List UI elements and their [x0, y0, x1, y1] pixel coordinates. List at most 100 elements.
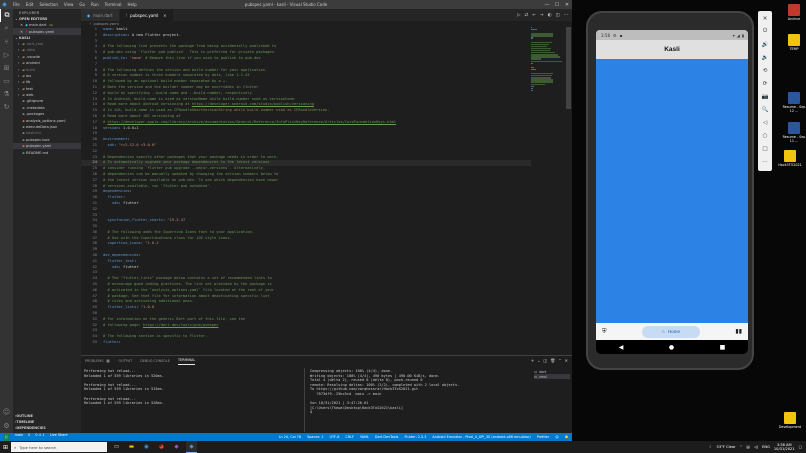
terminal-left[interactable]: Performing hot reload... Reloaded 1 of 55…: [84, 369, 302, 406]
status-right-item[interactable]: CRLF: [345, 435, 354, 439]
tree-item[interactable]: ▪ README.md: [13, 149, 81, 155]
tab-main-dart[interactable]: ◆ main.dart: [81, 9, 120, 21]
status-right-item[interactable]: YAML: [360, 435, 369, 439]
chrome-icon[interactable]: ◕: [156, 441, 167, 453]
menu-item[interactable]: Go: [79, 2, 85, 7]
home-icon[interactable]: ○: [763, 130, 768, 141]
desktop-icon-resume-2[interactable]: Resume - Sep 11 ...: [782, 122, 806, 143]
split-terminal-icon[interactable]: ◫: [543, 358, 547, 363]
minimize-icon[interactable]: —: [542, 0, 552, 9]
menu-item[interactable]: Run: [91, 2, 99, 7]
emulator-screen[interactable]: 3:58 ⚙ ▪ ▾ ◢ ▮ Kasli ⛨ ⌂ Home ▮▮ ◀ ● ■: [596, 30, 748, 354]
source-control-icon[interactable]: ⑂: [0, 35, 13, 48]
scrollbar-thumb[interactable]: [566, 27, 571, 109]
app-body[interactable]: [596, 59, 748, 323]
close-panel-icon[interactable]: ✕: [565, 358, 568, 363]
rotate-right-icon[interactable]: ⟳: [763, 78, 768, 89]
volume-down-icon[interactable]: 🔉: [762, 52, 769, 63]
new-terminal-icon[interactable]: +: [531, 358, 534, 363]
file-explorer-icon[interactable]: ▬: [126, 441, 137, 453]
back-icon[interactable]: ◁: [763, 117, 767, 128]
status-left-item[interactable]: 0 ⚠ 1: [35, 433, 45, 441]
more-icon[interactable]: ⋯: [762, 156, 768, 167]
desktop-icon-temp[interactable]: TEMP: [782, 34, 806, 51]
emulator-close-icon[interactable]: ✕: [763, 13, 768, 24]
maximize-panel-icon[interactable]: ⌃: [558, 358, 561, 363]
panel-tab-output[interactable]: OUTPUT: [118, 356, 132, 365]
terminal-divider[interactable]: [304, 368, 305, 432]
feedback-icon[interactable]: ☺: [555, 435, 559, 439]
nav-home-button[interactable]: ⌂ Home: [642, 325, 700, 338]
menu-item[interactable]: Terminal: [105, 2, 122, 7]
home-circle-icon[interactable]: ●: [669, 344, 674, 351]
terminal-right[interactable]: Compressing objects: 100% (4/4), done. Wr…: [310, 369, 530, 415]
zoom-icon[interactable]: 🔍: [762, 104, 769, 115]
status-right-item[interactable]: Flutter: 2.5.3: [404, 435, 426, 439]
compare-icon[interactable]: ⇄: [525, 13, 529, 18]
minimap[interactable]: [531, 27, 564, 97]
weather-icon[interactable]: ☾: [709, 445, 712, 449]
terminal-list-item[interactable]: ▭ cmd: [534, 374, 570, 379]
explorer-icon[interactable]: ⧉: [0, 9, 13, 22]
close-tab-icon[interactable]: ✕: [163, 13, 166, 18]
search-icon[interactable]: ⌕: [0, 22, 13, 35]
status-left-item[interactable]: Live Share: [50, 433, 68, 441]
extensions-icon[interactable]: ⊞: [0, 61, 13, 74]
rotate-left-icon[interactable]: ⟲: [763, 65, 768, 76]
notifications-bell-icon[interactable]: 🔔: [565, 435, 569, 439]
menu-item[interactable]: View: [64, 2, 74, 7]
menu-item[interactable]: File: [13, 2, 20, 7]
status-right-item[interactable]: Ln 24, Col 78: [279, 435, 301, 439]
windows-start-icon[interactable]: ⊞: [0, 441, 11, 453]
vscode-taskbar-icon[interactable]: ◆: [186, 441, 197, 453]
testing-icon[interactable]: ⚗: [0, 87, 13, 100]
back-triangle-icon[interactable]: ◀: [619, 344, 624, 351]
run-icon[interactable]: ▷: [517, 13, 520, 18]
status-right-item[interactable]: Android Emulator - Pixel_4_API_30 (andro…: [432, 435, 530, 439]
split-editor-icon[interactable]: ◫: [555, 13, 559, 18]
status-right-item[interactable]: UTF-8: [329, 435, 339, 439]
visual-studio-icon[interactable]: ◆: [171, 441, 182, 453]
menu-item[interactable]: Selection: [39, 2, 57, 7]
camera-icon[interactable]: 📷: [762, 91, 769, 102]
go-back-icon[interactable]: ←: [532, 13, 536, 18]
panel-tab-debug-console[interactable]: DEBUG CONSOLE: [140, 356, 170, 365]
shield-icon[interactable]: ⛨: [602, 328, 607, 336]
status-right-item[interactable]: Prettier: [537, 435, 549, 439]
power-icon[interactable]: ⏻: [763, 26, 767, 37]
settings-gear-icon[interactable]: ⚙: [0, 419, 13, 432]
menu-item[interactable]: Edit: [26, 2, 34, 7]
desktop-icon-resume-1[interactable]: Resume - Sep 12 ...: [782, 92, 806, 113]
edge-icon[interactable]: ◉: [141, 441, 152, 453]
status-right-item[interactable]: Dart DevTools: [375, 435, 399, 439]
status-right-item[interactable]: Spaces: 2: [307, 435, 323, 439]
close-icon[interactable]: ✕: [562, 0, 572, 9]
kill-terminal-icon[interactable]: 🗑: [550, 358, 555, 363]
volume-up-icon[interactable]: 🔊: [762, 39, 769, 50]
desktop-icon-hack3to2021[interactable]: Hack3TO2021: [778, 150, 802, 167]
weather-text[interactable]: 53°F Clear: [717, 445, 736, 449]
bar-chart-icon[interactable]: ▮▮: [735, 328, 742, 335]
remote-explorer-icon[interactable]: ▭: [0, 74, 13, 87]
maximize-icon[interactable]: ☐: [552, 0, 562, 9]
terminal-dropdown-icon[interactable]: ⌄: [537, 358, 540, 363]
language-indicator[interactable]: ENG: [762, 445, 770, 449]
panel-tab-problems[interactable]: PROBLEMS 1: [85, 356, 111, 365]
tray-chevron-icon[interactable]: ⌃: [740, 445, 743, 449]
remote-indicator-icon[interactable]: ⟩⟨: [3, 433, 10, 441]
go-forward-icon[interactable]: →: [540, 13, 544, 18]
status-left-item[interactable]: main: [15, 433, 23, 441]
taskbar-search[interactable]: ⌕ Type here to search: [11, 442, 107, 452]
code-editor[interactable]: 1 name: kasli 2 description: A new Flutter …: [81, 27, 531, 353]
live-share-icon[interactable]: ↻: [0, 100, 13, 113]
overview-icon[interactable]: □: [762, 143, 767, 154]
run-debug-icon[interactable]: ▷: [0, 48, 13, 61]
desktop-icon-archive[interactable]: Archive: [782, 4, 806, 21]
notifications-icon[interactable]: ▢: [799, 445, 802, 449]
clock[interactable]: 3:58 AM 10/31/2021: [774, 443, 795, 451]
menu-item[interactable]: Help: [128, 2, 137, 7]
sidebar-section-dependencies[interactable]: › DEPENDENCIES: [13, 425, 81, 431]
more-actions-icon[interactable]: ⋯: [564, 13, 568, 18]
network-icon[interactable]: ▤: [747, 445, 750, 449]
panel-tab-terminal[interactable]: TERMINAL: [177, 356, 196, 365]
